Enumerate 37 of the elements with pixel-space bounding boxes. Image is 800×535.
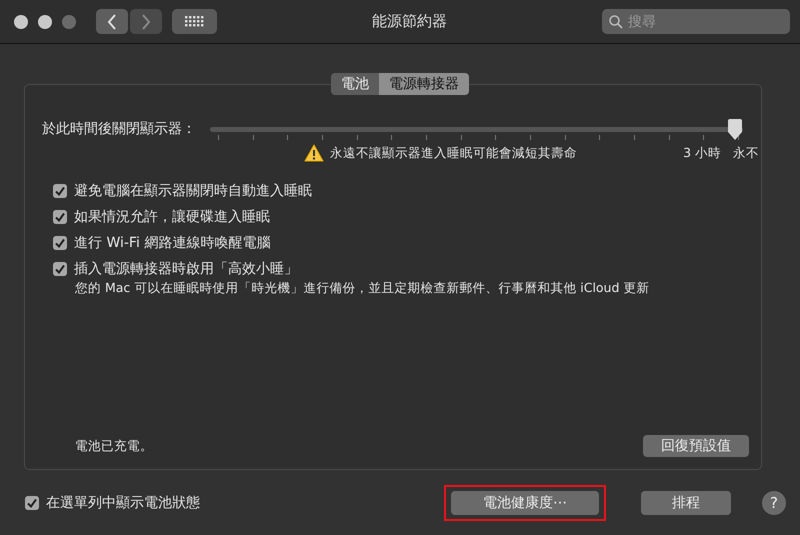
- checkbox-label: 避免電腦在顯示器關閉時自動進入睡眠: [74, 182, 312, 200]
- checkbox[interactable]: [53, 184, 67, 198]
- checkbox[interactable]: [25, 496, 39, 510]
- slider-label: 於此時間後關閉顯示器：: [42, 120, 196, 138]
- close-button[interactable]: [14, 14, 28, 28]
- checkbox[interactable]: [53, 236, 67, 250]
- slider-mark-label: 3 小時: [683, 144, 721, 162]
- warning-icon: [304, 144, 324, 162]
- back-button[interactable]: [96, 9, 128, 34]
- forward-icon: [141, 14, 151, 30]
- checkbox-label: 在選單列中顯示電池狀態: [46, 494, 200, 512]
- help-button[interactable]: ?: [762, 491, 786, 515]
- forward-button[interactable]: [130, 9, 162, 34]
- footer-button[interactable]: 電池健康度⋯: [451, 491, 599, 515]
- grid-icon: [185, 16, 204, 27]
- battery-status: 電池已充電。: [75, 438, 153, 454]
- checkbox-label: 進行 Wi-Fi 網路連線時喚醒電腦: [74, 234, 270, 252]
- warning-text: 永遠不讓顯示器進入睡眠可能會減短其壽命: [330, 144, 577, 162]
- footer-button[interactable]: 排程: [641, 491, 731, 515]
- slider-track[interactable]: [210, 119, 743, 141]
- slider-mark-label: 永不: [733, 144, 759, 162]
- checkbox-label: 如果情況允許，讓硬碟進入睡眠: [74, 208, 270, 226]
- tab[interactable]: 電池: [331, 73, 379, 95]
- search-icon: [609, 15, 623, 29]
- show-all-button[interactable]: [172, 9, 217, 34]
- option-note: 您的 Mac 可以在睡眠時使用「時光機」進行備份，並且定期檢查新郵件、行事曆和其他 iCloud 更新: [75, 280, 650, 297]
- back-icon: [107, 14, 117, 30]
- checkbox-label: 插入電源轉接器時啟用「高效小睡」: [74, 260, 298, 278]
- restore-defaults-button[interactable]: 回復預設值: [643, 435, 749, 457]
- zoom-button[interactable]: [62, 14, 76, 28]
- slider-thumb[interactable]: [727, 119, 743, 141]
- window-title: 能源節約器: [371, 12, 448, 31]
- checkbox[interactable]: [53, 210, 67, 224]
- tab[interactable]: 電源轉接器: [379, 73, 469, 95]
- search-field[interactable]: 搜尋: [602, 9, 790, 34]
- checkbox[interactable]: [53, 262, 67, 276]
- minimize-button[interactable]: [38, 14, 52, 28]
